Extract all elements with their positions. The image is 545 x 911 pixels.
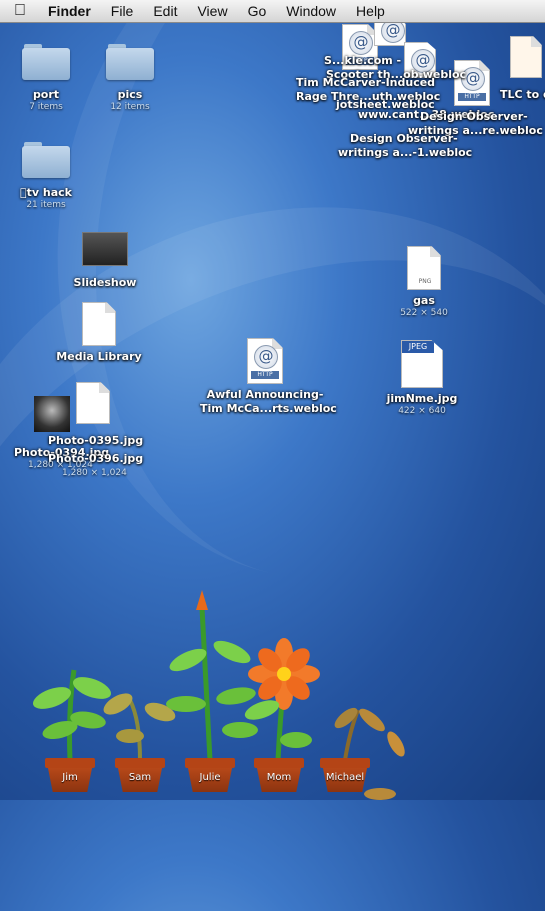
menu-file[interactable]: File (103, 3, 146, 19)
photo-icon (34, 396, 70, 432)
webloc-icon: @ HTTP (454, 60, 490, 106)
menu-edit[interactable]: Edit (145, 3, 189, 19)
menu-view[interactable]: View (189, 3, 239, 19)
pot-rim (320, 758, 370, 768)
folder-icon (22, 142, 70, 178)
photo-dimensions: 1,280 × 1,024 (62, 468, 127, 478)
folder-port[interactable]: port 7 items (16, 44, 76, 113)
file-label: jimNme.jpg (386, 392, 458, 405)
folder-count: 12 items (110, 102, 150, 112)
webloc-icon: @ HTTP (247, 338, 283, 384)
folder-icon (106, 44, 154, 80)
webloc-label: Design Observer- (350, 132, 458, 145)
jpeg-file-jimnme[interactable]: JPEG jimNme.jpg 422 × 640 (384, 340, 460, 417)
file-label: Awful Announcing- (206, 388, 324, 401)
file-dimensions: 522 × 540 (400, 308, 448, 318)
pot-rim (115, 758, 165, 768)
menu-finder[interactable]: Finder (40, 3, 103, 19)
webloc-label: Design Observer- (420, 110, 528, 123)
photo-thumbnail[interactable] (30, 396, 74, 434)
png-file-gas[interactable]: PNG gas 522 × 540 (396, 246, 452, 319)
apple-menu-icon[interactable]:  (0, 2, 40, 20)
file-dimensions: 422 × 640 (398, 406, 446, 416)
jpeg-file[interactable] (74, 382, 112, 428)
jpeg-icon (76, 382, 110, 424)
folder-pics[interactable]: pics 12 items (100, 44, 160, 113)
menu-go[interactable]: Go (240, 3, 279, 19)
media-library-file[interactable]: Media Library (56, 302, 142, 364)
pot-label: Sam (128, 772, 152, 783)
menu-bar:  Finder File Edit View Go Window Help (0, 0, 545, 23)
pot-label: Jim (62, 772, 78, 783)
webloc-label: S...kle.com - (324, 54, 402, 67)
folder-label: port (32, 88, 60, 101)
document-icon (82, 302, 116, 346)
pot-label: Julie (199, 772, 221, 783)
folder-icon (22, 44, 70, 80)
folder-count: 21 items (26, 200, 66, 210)
file-label: Slideshow (73, 276, 137, 289)
folder-tv-hack[interactable]: tv hack 21 items (16, 142, 76, 211)
menu-help[interactable]: Help (348, 3, 397, 19)
webloc-label: Tim McCarver-Induced (296, 76, 436, 89)
file-label: Media Library (56, 350, 142, 363)
slideshow-file[interactable]: Slideshow (66, 232, 144, 290)
folder-label: pics (117, 88, 143, 101)
pot-label: Michael (325, 772, 365, 783)
webloc-file-awful-announcing[interactable]: @ HTTP Awful Announcing- Tim McCa...rts.w… (200, 338, 337, 416)
tlc-label: TLC to d (500, 88, 545, 101)
pot-rim (45, 758, 95, 768)
file-label: Tim McCa...rts.webloc (200, 402, 337, 415)
slideshow-icon (82, 232, 128, 266)
jpeg-icon: JPEG (401, 340, 443, 388)
webloc-label: writings a...-1.webloc (338, 146, 473, 159)
document-icon (510, 36, 542, 78)
folder-label: tv hack (16, 186, 76, 200)
file-label: gas (413, 294, 435, 307)
folder-count: 7 items (29, 102, 63, 112)
pot-rim (185, 758, 235, 768)
pot-label: Mom (266, 772, 292, 783)
menu-window[interactable]: Window (278, 3, 348, 19)
png-icon: PNG (407, 246, 441, 290)
apple-logo-icon:  (20, 186, 27, 199)
pot-rim (254, 758, 304, 768)
tlc-file[interactable] (508, 36, 544, 82)
